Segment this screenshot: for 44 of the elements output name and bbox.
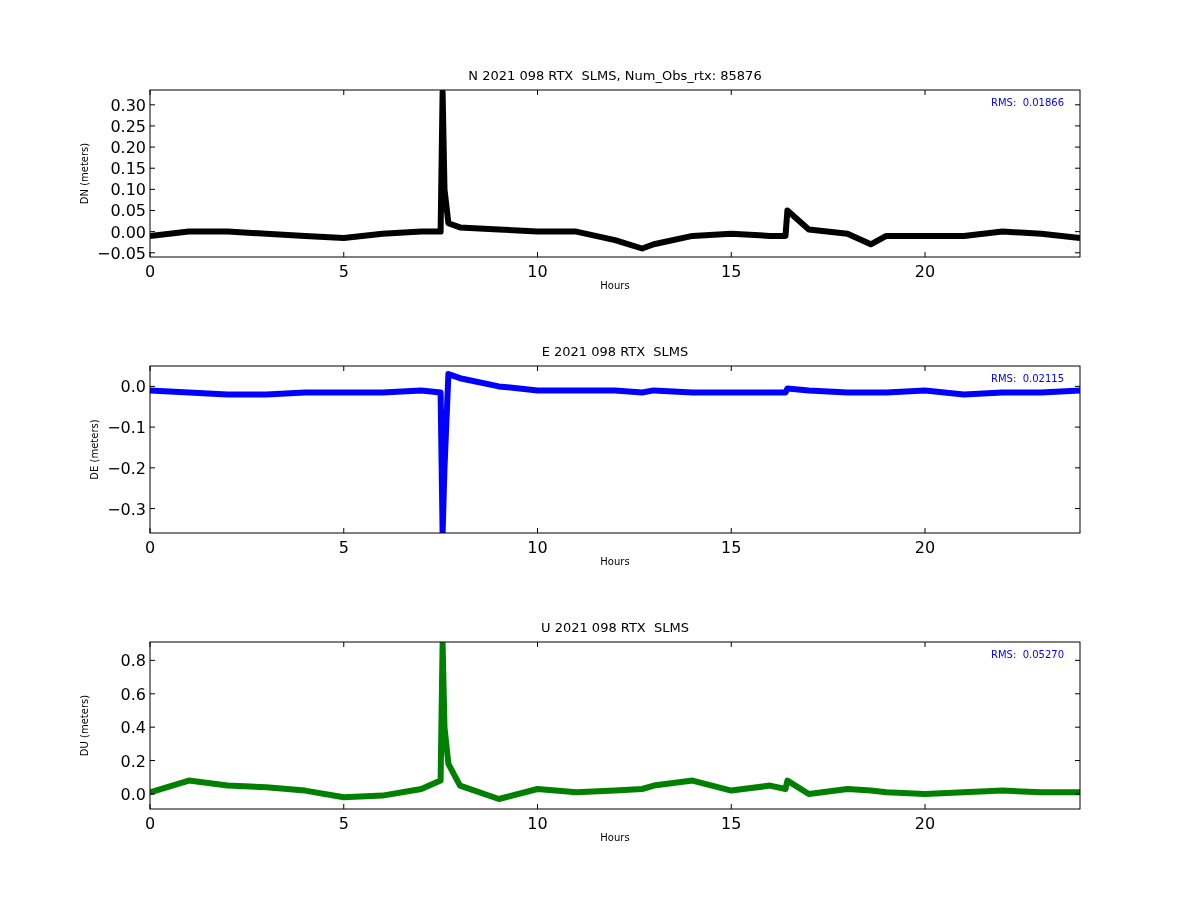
y-tick-label: 0.8 [120, 651, 146, 671]
chart-title: N 2021 098 RTX SLMS, Num_Obs_rtx: 85876 [468, 68, 762, 83]
x-axis-label: Hours [600, 280, 630, 291]
x-tick-label: 15 [721, 262, 742, 281]
y-tick-label: 0.10 [110, 180, 146, 200]
y-tick-label: 0.0 [120, 377, 146, 397]
y-tick-label: 0.25 [110, 116, 146, 136]
y-tick-label: 0.0 [120, 784, 146, 804]
y-tick-label: 0.20 [110, 138, 146, 158]
chart-title: E 2021 098 RTX SLMS [541, 344, 689, 359]
y-axis-label: DN (meters) [79, 142, 90, 205]
y-tick-label: 0.05 [110, 201, 146, 221]
y-tick-label: 0.4 [120, 718, 146, 738]
chart-title: U 2021 098 RTX SLMS [541, 620, 689, 635]
y-tick-label: 0.2 [120, 751, 146, 771]
y-tick-label: 0.00 [110, 222, 146, 242]
y-tick-label: −0.1 [107, 418, 146, 438]
y-tick-label: 0.15 [110, 159, 146, 179]
x-tick-label: 0 [144, 814, 156, 833]
y-tick-label: −0.2 [107, 458, 146, 478]
x-tick-label: 10 [527, 538, 548, 557]
x-tick-label: 5 [338, 814, 349, 833]
x-tick-label: 15 [721, 538, 742, 557]
x-tick-label: 5 [338, 262, 349, 281]
x-tick-label: 15 [721, 814, 742, 833]
x-tick-label: 5 [338, 538, 349, 557]
y-axis-label: DE (meters) [89, 419, 100, 480]
x-tick-label: 10 [527, 262, 548, 281]
x-tick-label: 0 [144, 262, 156, 281]
rms-annotation: RMS: 0.01866 [991, 97, 1064, 108]
rms-annotation: RMS: 0.02115 [991, 373, 1064, 384]
x-tick-label: 10 [527, 814, 548, 833]
y-axis-label: DU (meters) [79, 694, 90, 757]
x-axis-label: Hours [600, 556, 630, 567]
x-tick-label: 20 [914, 262, 936, 281]
x-tick-label: 20 [914, 814, 936, 833]
x-tick-label: 20 [914, 538, 936, 557]
y-tick-label: −0.05 [96, 243, 146, 263]
y-tick-label: 0.30 [110, 95, 146, 115]
y-tick-label: 0.6 [120, 684, 146, 704]
x-axis-label: Hours [600, 832, 630, 843]
rms-annotation: RMS: 0.05270 [991, 649, 1064, 660]
x-tick-label: 0 [144, 538, 156, 557]
y-tick-label: −0.3 [107, 499, 146, 519]
